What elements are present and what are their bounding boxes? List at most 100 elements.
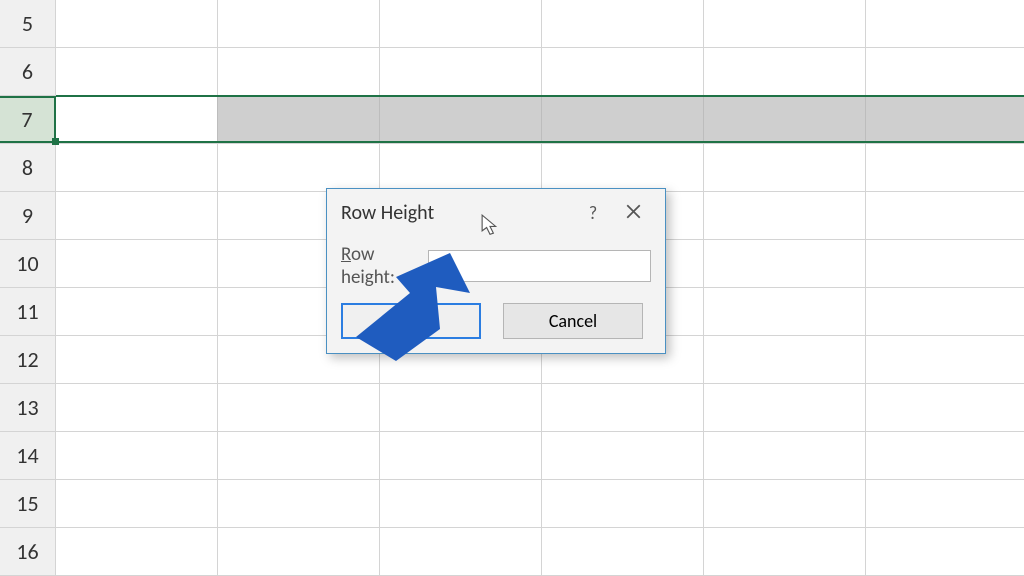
cell[interactable] <box>866 48 1024 95</box>
grid-row[interactable]: 8 <box>0 144 1024 192</box>
cell[interactable] <box>56 48 218 95</box>
cell[interactable] <box>866 480 1024 527</box>
cell[interactable] <box>542 528 704 575</box>
cell[interactable] <box>56 384 218 431</box>
cell[interactable] <box>866 240 1024 287</box>
cell[interactable] <box>866 0 1024 47</box>
row-header[interactable]: 7 <box>0 96 56 143</box>
cell[interactable] <box>218 144 380 191</box>
cell[interactable] <box>704 336 866 383</box>
cell[interactable] <box>56 432 218 479</box>
cell[interactable] <box>866 97 1024 141</box>
cell[interactable] <box>56 336 218 383</box>
cell[interactable] <box>704 97 866 141</box>
cell[interactable] <box>542 97 704 141</box>
cell[interactable] <box>218 480 380 527</box>
cell[interactable] <box>56 144 218 191</box>
grid-row[interactable]: 5 <box>0 0 1024 48</box>
cell[interactable] <box>380 48 542 95</box>
cell[interactable] <box>380 528 542 575</box>
row-header[interactable]: 15 <box>0 480 56 527</box>
cell[interactable] <box>866 336 1024 383</box>
row-header[interactable]: 16 <box>0 528 56 575</box>
grid-row[interactable]: 7 <box>0 96 1024 144</box>
cell[interactable] <box>542 0 704 47</box>
cell[interactable] <box>866 432 1024 479</box>
row-header[interactable]: 14 <box>0 432 56 479</box>
help-button[interactable]: ? <box>573 199 613 227</box>
cell[interactable] <box>380 97 542 141</box>
cell[interactable] <box>866 192 1024 239</box>
cell[interactable] <box>542 384 704 431</box>
cell[interactable] <box>218 48 380 95</box>
cell[interactable] <box>704 288 866 335</box>
row-cells <box>56 432 1024 479</box>
cell[interactable] <box>704 240 866 287</box>
ok-button-label: OK <box>400 310 421 332</box>
row-cells <box>56 0 1024 47</box>
dialog-title: Row Height <box>341 201 573 225</box>
cell[interactable] <box>866 288 1024 335</box>
cell[interactable] <box>704 528 866 575</box>
cell[interactable] <box>704 48 866 95</box>
row-header[interactable]: 12 <box>0 336 56 383</box>
cell[interactable] <box>380 384 542 431</box>
row-header[interactable]: 9 <box>0 192 56 239</box>
row-cells <box>56 384 1024 431</box>
close-icon <box>626 202 641 224</box>
cell[interactable] <box>56 240 218 287</box>
cell[interactable] <box>218 0 380 47</box>
row-header[interactable]: 13 <box>0 384 56 431</box>
cell[interactable] <box>704 144 866 191</box>
fill-handle[interactable] <box>52 138 59 145</box>
cell[interactable] <box>380 432 542 479</box>
cell[interactable] <box>866 384 1024 431</box>
row-cells <box>56 480 1024 527</box>
cell[interactable] <box>218 384 380 431</box>
dialog-body: Row height: OK Cancel <box>327 237 665 353</box>
cell[interactable] <box>380 480 542 527</box>
cell[interactable] <box>704 480 866 527</box>
cell[interactable] <box>704 432 866 479</box>
cell[interactable] <box>56 288 218 335</box>
grid-row[interactable]: 15 <box>0 480 1024 528</box>
cancel-button-label: Cancel <box>549 310 597 332</box>
cell[interactable] <box>56 480 218 527</box>
cell[interactable] <box>56 528 218 575</box>
cell[interactable] <box>218 528 380 575</box>
cancel-button[interactable]: Cancel <box>503 303 643 339</box>
close-button[interactable] <box>613 199 653 227</box>
row-header[interactable]: 8 <box>0 144 56 191</box>
row-cells <box>56 528 1024 575</box>
cell[interactable] <box>56 192 218 239</box>
row-header[interactable]: 11 <box>0 288 56 335</box>
row-header[interactable]: 6 <box>0 48 56 95</box>
cell[interactable] <box>56 0 218 47</box>
cell[interactable] <box>866 144 1024 191</box>
row-height-label: Row height: <box>341 243 416 289</box>
grid-row[interactable]: 16 <box>0 528 1024 576</box>
cell[interactable] <box>542 48 704 95</box>
grid-row[interactable]: 6 <box>0 48 1024 96</box>
row-cells <box>56 144 1024 191</box>
cell[interactable] <box>218 97 380 141</box>
grid-row[interactable]: 13 <box>0 384 1024 432</box>
cell[interactable] <box>56 97 218 141</box>
cell[interactable] <box>866 528 1024 575</box>
row-cells <box>56 95 1024 143</box>
cell[interactable] <box>218 432 380 479</box>
cell[interactable] <box>542 432 704 479</box>
cell[interactable] <box>704 384 866 431</box>
cell[interactable] <box>704 192 866 239</box>
grid-row[interactable]: 14 <box>0 432 1024 480</box>
row-height-field-row: Row height: <box>341 243 651 289</box>
row-header[interactable]: 10 <box>0 240 56 287</box>
cell[interactable] <box>704 0 866 47</box>
cell[interactable] <box>380 0 542 47</box>
cell[interactable] <box>542 144 704 191</box>
cell[interactable] <box>380 144 542 191</box>
row-height-input[interactable] <box>428 250 651 282</box>
cell[interactable] <box>542 480 704 527</box>
ok-button[interactable]: OK <box>341 303 481 339</box>
row-header[interactable]: 5 <box>0 0 56 47</box>
